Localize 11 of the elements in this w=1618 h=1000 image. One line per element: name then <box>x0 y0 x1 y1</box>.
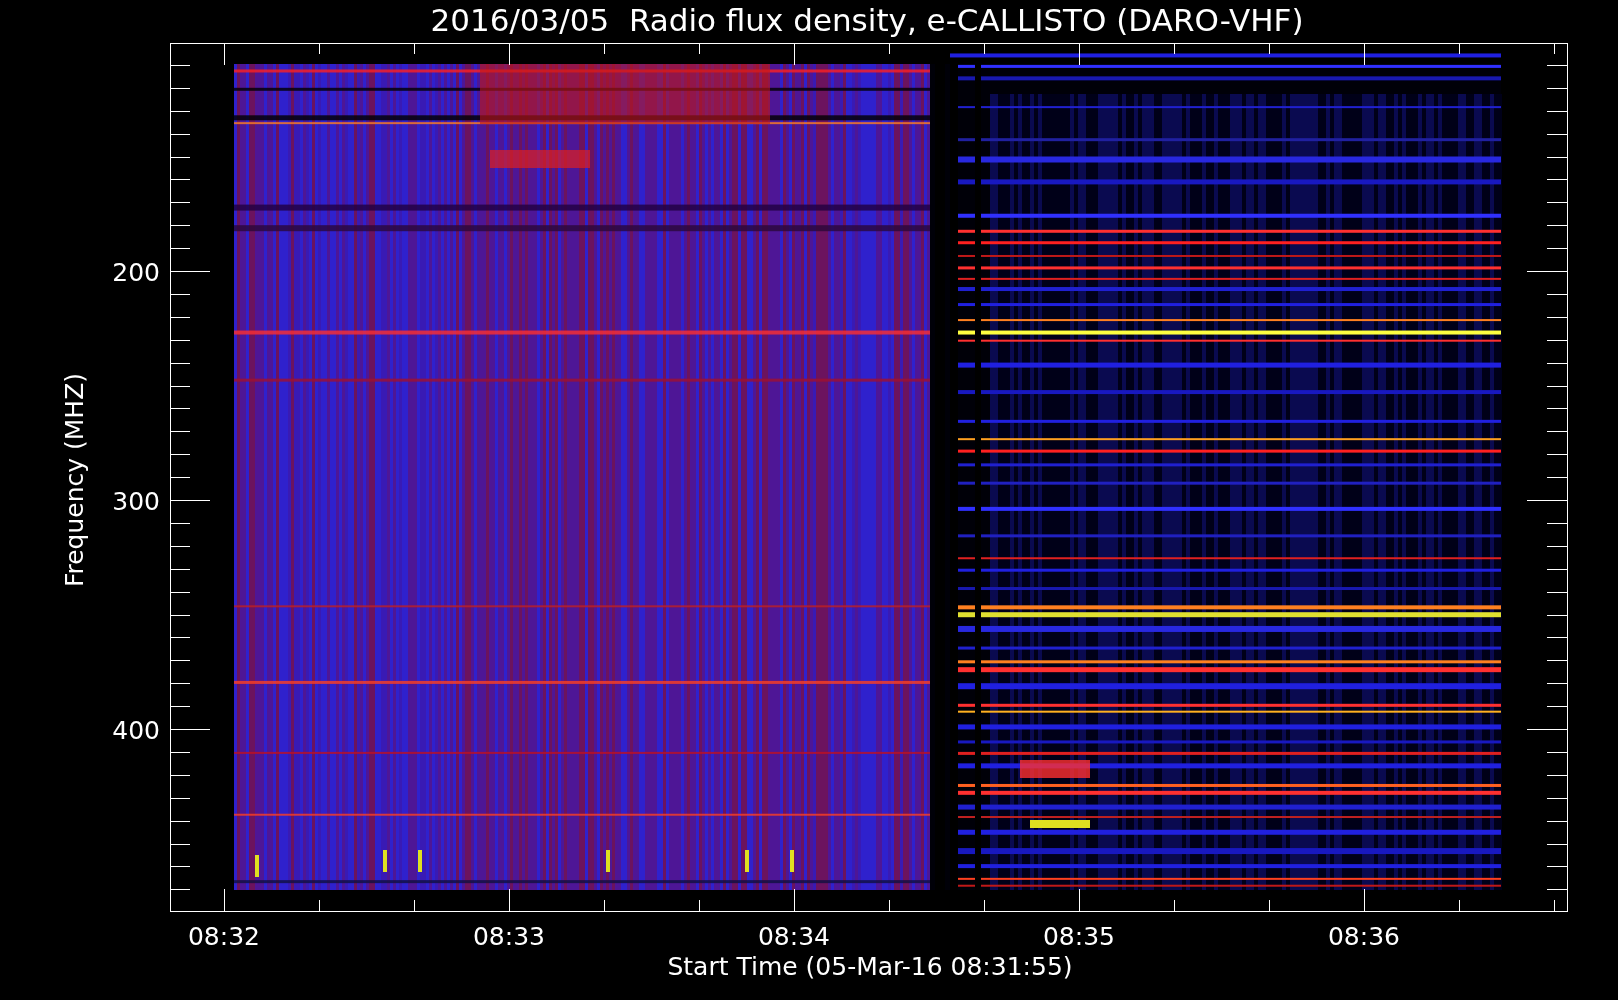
tick-label: 08:32 <box>188 922 260 951</box>
tick-label: 200 <box>112 258 160 287</box>
chart-title: 2016/03/05 Radio flux density, e-CALLISTO (DARO-VHF) <box>430 2 1304 38</box>
axis-label: Frequency (MHZ) <box>60 372 89 588</box>
axis-label: Start Time (05-Mar-16 08:31:55) <box>667 952 1073 981</box>
tick-label: 08:34 <box>758 922 830 951</box>
tick-label: 08:33 <box>473 922 545 951</box>
tick-label: 08:36 <box>1328 922 1400 951</box>
tick-label: 08:35 <box>1043 922 1115 951</box>
tick-label: 300 <box>112 487 160 516</box>
tick-label: 400 <box>112 716 160 745</box>
